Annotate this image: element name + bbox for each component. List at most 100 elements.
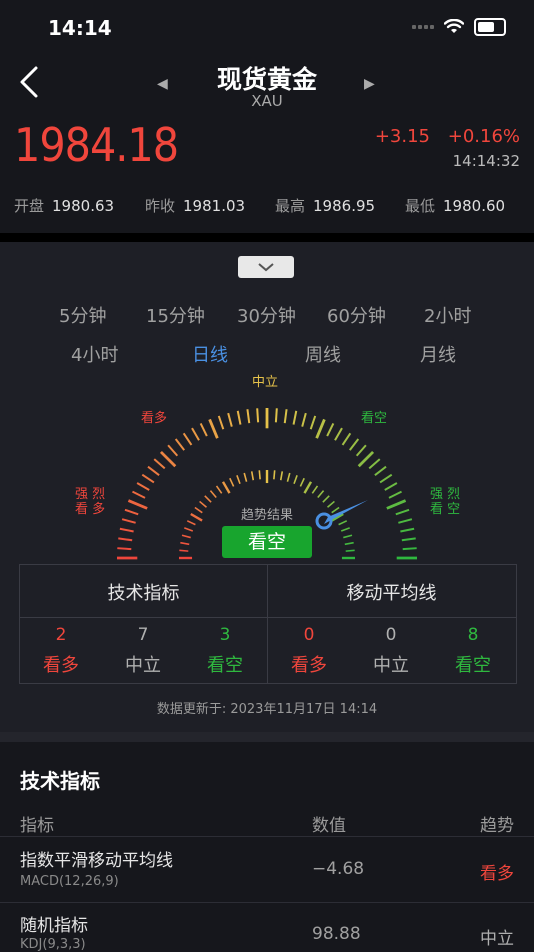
gauge-tick bbox=[174, 438, 186, 451]
gauge-tick bbox=[246, 409, 251, 424]
gauge-tick bbox=[315, 418, 326, 439]
tab-60min[interactable]: 60分钟 bbox=[327, 302, 386, 328]
gauge-tick bbox=[379, 473, 393, 484]
summary-header-tech: 技术指标 bbox=[107, 583, 180, 604]
section-title-indicators: 技术指标 bbox=[20, 769, 100, 793]
wifi-icon bbox=[444, 19, 464, 33]
gauge-tick bbox=[184, 527, 194, 532]
label: 中立 bbox=[125, 655, 161, 676]
gauge-tick bbox=[343, 534, 353, 539]
gauge-tick bbox=[119, 527, 134, 533]
gauge-tick bbox=[180, 541, 190, 546]
summary-tech-neutral: 7 中立 bbox=[102, 625, 184, 677]
stat-label: 开盘 bbox=[14, 197, 45, 215]
status-time: 14:14 bbox=[48, 16, 112, 40]
gauge-tick bbox=[221, 481, 231, 494]
gauge-tick bbox=[309, 415, 317, 430]
gauge-tick bbox=[227, 412, 233, 427]
summary-tech-sell: 3 看空 bbox=[184, 625, 266, 677]
stat-value: 1986.95 bbox=[313, 197, 376, 215]
gauge-tick bbox=[388, 490, 402, 499]
summary-table: 技术指标 移动平均线 2 看多 7 中立 3 看空 0 看多 0 中立 8 看空 bbox=[19, 564, 517, 684]
gauge-tick bbox=[368, 458, 381, 470]
gauge-tick bbox=[250, 471, 255, 481]
gauge-tick bbox=[348, 438, 360, 451]
count: 0 bbox=[385, 625, 397, 645]
tab-5min[interactable]: 5分钟 bbox=[59, 302, 106, 328]
page-title: 现货黄金 bbox=[216, 65, 317, 94]
count: 0 bbox=[303, 625, 315, 645]
gauge-tick bbox=[286, 472, 291, 482]
tab-2hour[interactable]: 2小时 bbox=[424, 302, 471, 328]
quote-time: 14:14:32 bbox=[452, 152, 520, 170]
gauge-label-neutral: 中立 bbox=[252, 375, 279, 390]
gauge-tick bbox=[141, 473, 155, 484]
summary-ma-buy: 0 看多 bbox=[268, 625, 350, 677]
gauge-tick bbox=[292, 410, 298, 425]
summary-header-ma: 移动平均线 bbox=[346, 583, 437, 604]
row-divider bbox=[0, 902, 534, 903]
tab-30min[interactable]: 30分钟 bbox=[237, 302, 296, 328]
gauge-tick bbox=[117, 547, 132, 551]
update-timestamp: 数据更新于: 2023年11月17日 14:14 bbox=[156, 702, 378, 717]
stat-value: 1980.60 bbox=[443, 197, 506, 215]
gauge-tick bbox=[274, 408, 278, 423]
label: 中立 bbox=[373, 655, 409, 676]
trend-result-label: 趋势结果 bbox=[240, 508, 293, 523]
gauge-tick bbox=[236, 410, 242, 425]
gauge-tick bbox=[340, 527, 350, 532]
gauge-tick bbox=[357, 450, 375, 468]
gauge-tick bbox=[215, 485, 223, 494]
gauge-tick bbox=[326, 423, 335, 437]
current-price: 1984.18 bbox=[14, 118, 179, 172]
gauge-tick bbox=[301, 412, 307, 427]
tab-15min[interactable]: 15分钟 bbox=[146, 302, 205, 328]
stat-value: 1980.63 bbox=[52, 197, 115, 215]
indicator-trend: 看多 bbox=[480, 864, 514, 884]
indicator-value: −4.68 bbox=[312, 859, 365, 879]
gauge-tick bbox=[279, 471, 284, 481]
gauge-tick bbox=[273, 470, 276, 480]
gauge-tick bbox=[182, 432, 193, 446]
gauge-tick bbox=[243, 472, 248, 482]
column-header-name: 指标 bbox=[20, 816, 54, 836]
divider bbox=[0, 233, 534, 242]
stat-low: 最低 1980.60 bbox=[405, 195, 505, 216]
gauge-tick bbox=[344, 541, 354, 546]
gauge-tick bbox=[311, 485, 319, 494]
stat-high: 最高 1986.95 bbox=[275, 195, 375, 216]
column-header-value: 数值 bbox=[312, 816, 346, 836]
chevron-down-icon bbox=[258, 263, 274, 272]
gauge-tick bbox=[209, 490, 217, 498]
count: 8 bbox=[467, 625, 479, 645]
stat-label: 昨收 bbox=[145, 197, 176, 215]
gauge-label-sell: 看空 bbox=[361, 411, 388, 426]
collapse-button[interactable] bbox=[238, 256, 294, 278]
gauge-tick bbox=[118, 537, 133, 542]
gauge-tick bbox=[199, 423, 208, 437]
gauge-tick bbox=[208, 418, 219, 439]
indicator-trend: 中立 bbox=[480, 929, 514, 949]
gauge-tick bbox=[256, 408, 260, 423]
gauge-tick bbox=[402, 547, 417, 551]
gauge-tick bbox=[317, 490, 325, 498]
count: 3 bbox=[219, 625, 231, 645]
status-icons bbox=[412, 18, 506, 36]
column-header-trend: 趋势 bbox=[480, 816, 514, 836]
label: 看空 bbox=[207, 655, 243, 676]
gauge-tick bbox=[299, 477, 305, 487]
label: 看多 bbox=[291, 655, 327, 676]
gauge-tick bbox=[132, 490, 146, 499]
stat-prev-close: 昨收 1981.03 bbox=[145, 195, 245, 216]
page-subtitle: XAU bbox=[251, 92, 283, 110]
indicator-name: 指数平滑移动平均线 bbox=[20, 851, 173, 871]
stat-label: 最高 bbox=[275, 197, 306, 215]
gauge-tick bbox=[204, 495, 212, 503]
count: 7 bbox=[137, 625, 149, 645]
gauge-tick bbox=[293, 475, 298, 485]
gauge-tick bbox=[334, 427, 343, 441]
gauge-tick bbox=[159, 450, 177, 468]
gauge-tick bbox=[384, 482, 398, 491]
gauge-tick bbox=[341, 432, 352, 446]
gauge-tick bbox=[147, 465, 160, 477]
